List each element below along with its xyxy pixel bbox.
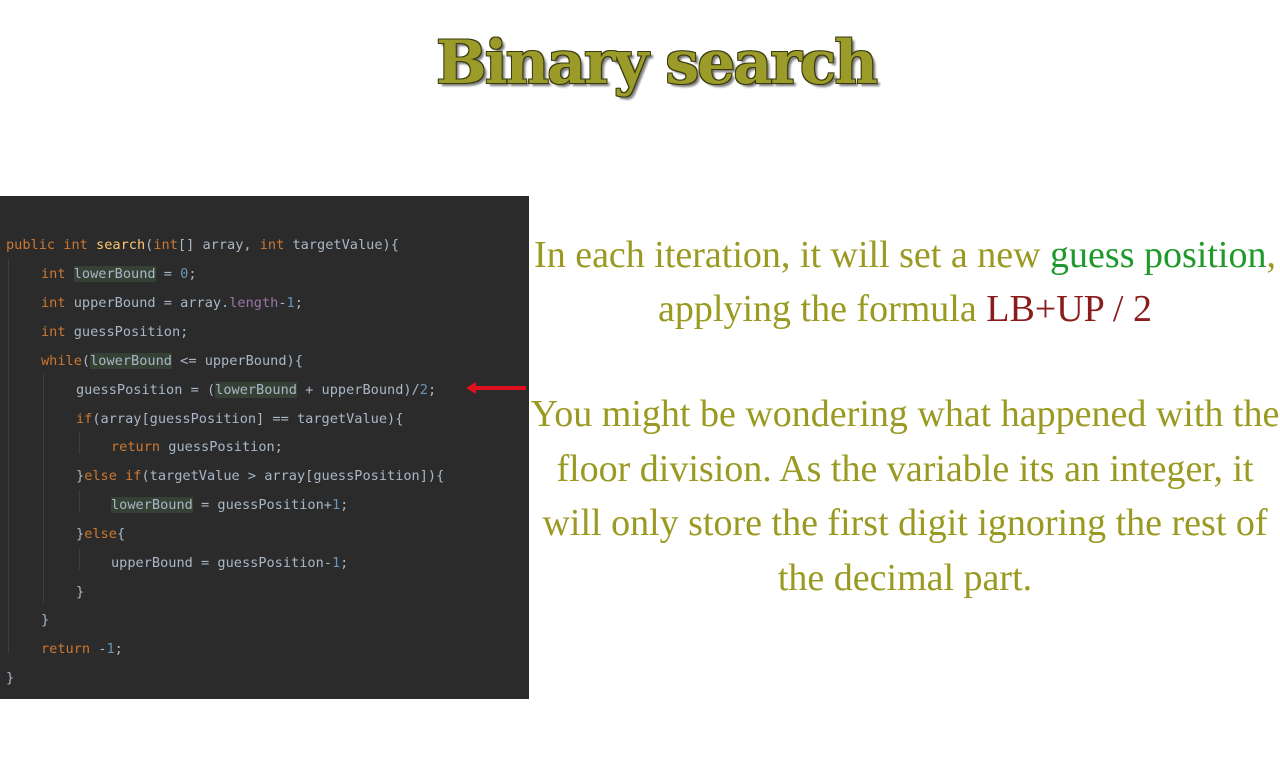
code-line-16: } — [6, 670, 15, 686]
slide-title: Binary search — [436, 28, 878, 98]
code-line-13: } — [76, 584, 85, 600]
indent-guide — [79, 490, 80, 512]
code-line-15: return -1; — [41, 641, 123, 657]
explanation-paragraph-1: In each iteration, it will set a new gue… — [534, 234, 1276, 330]
code-line-8: return guessPosition; — [111, 439, 283, 455]
indent-guide — [79, 548, 80, 570]
red-arrow-icon — [466, 382, 526, 394]
guess-position-highlight: guess position — [1050, 234, 1267, 276]
explanation-paragraph-2: You might be wondering what happened wit… — [530, 393, 1280, 599]
indent-guide — [79, 432, 80, 454]
code-line-7: if(array[guessPosition] == targetValue){ — [76, 411, 404, 427]
code-line-12: upperBound = guessPosition-1; — [111, 555, 349, 571]
code-line-5: while(lowerBound <= upperBound){ — [41, 353, 303, 369]
code-screenshot: public int search(int[] array, int targe… — [0, 196, 529, 699]
code-line-11: }else{ — [76, 526, 126, 542]
code-line-3: int upperBound = array.length-1; — [41, 295, 303, 311]
indent-guide — [8, 259, 9, 653]
indent-guide — [43, 374, 44, 604]
code-line-2: int lowerBound = 0; — [41, 266, 197, 282]
code-line-9: }else if(targetValue > array[guessPositi… — [76, 468, 445, 484]
code-line-10: lowerBound = guessPosition+1; — [111, 497, 349, 513]
code-line-4: int guessPosition; — [41, 324, 189, 340]
code-line-1: public int search(int[] array, int targe… — [6, 237, 399, 253]
formula-highlight: LB+UP / 2 — [986, 288, 1152, 330]
code-line-6: guessPosition = (lowerBound + upperBound… — [76, 382, 437, 398]
code-line-14: } — [41, 612, 50, 628]
